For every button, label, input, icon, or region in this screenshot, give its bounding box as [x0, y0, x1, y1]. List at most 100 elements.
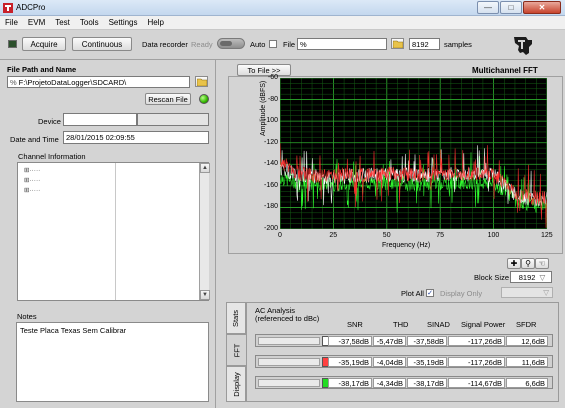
- datetime-label: Date and Time: [10, 135, 59, 144]
- x-tick-label: 125: [541, 232, 553, 239]
- file-label: File: [283, 40, 296, 49]
- table-cell-sfdr: 11,6dB: [506, 357, 548, 367]
- tab-stats[interactable]: Stats: [226, 302, 246, 334]
- y-tick-label: -100: [263, 117, 278, 125]
- x-tick-label: 50: [382, 232, 391, 239]
- toolbar: Acquire Continuous Data recorder Ready A…: [0, 30, 565, 60]
- header-sinad: SINAD: [427, 320, 450, 329]
- scroll-down-icon[interactable]: ▼: [200, 290, 210, 300]
- header-sfdr: SFDR: [516, 320, 537, 329]
- display-only-select: ▽: [501, 287, 553, 298]
- table-cell-thd: -5,47dB: [373, 336, 406, 346]
- file-path-input[interactable]: %: [297, 38, 387, 50]
- samples-label: samples: [444, 40, 472, 49]
- continuous-button[interactable]: Continuous: [72, 37, 132, 51]
- fft-plot: [280, 78, 547, 229]
- browse-folder-icon[interactable]: [391, 38, 404, 49]
- table-cell-sfdr: 12,6dB: [506, 336, 548, 346]
- tab-display[interactable]: Display: [226, 366, 246, 402]
- auto-label: Auto: [250, 40, 266, 49]
- window-title: ADCPro: [16, 3, 46, 12]
- y-tick-label: -60: [267, 74, 278, 81]
- header-signal-power: Signal Power: [461, 320, 506, 329]
- tab-fft[interactable]: FFT: [226, 334, 246, 366]
- table-cell-signal-power: -117,26dB: [448, 357, 505, 367]
- menu-bar: File EVM Test Tools Settings Help: [0, 16, 565, 30]
- table-row: -38,17dB -4,34dB -38,17dB -114,67dB 6,6dB: [255, 376, 553, 389]
- y-tick-label: -160: [263, 181, 278, 189]
- menu-settings[interactable]: Settings: [109, 18, 138, 27]
- file-status-led: [199, 94, 209, 104]
- x-tick-label: 0: [278, 232, 282, 239]
- table-cell-snr: -38,17dB: [328, 378, 372, 388]
- status-indicator: [8, 40, 17, 48]
- table-cell-sinad: -38,17dB: [407, 378, 447, 388]
- notes-text: Teste Placa Texas Sem Calibrar: [20, 326, 127, 335]
- y-tick-label: -120: [263, 138, 278, 146]
- file-path-field[interactable]: % F:\ProjetoDataLogger\SDCARD\: [7, 76, 190, 88]
- y-tick-label: -180: [263, 203, 278, 211]
- block-size-label: Block Size: [474, 273, 510, 282]
- rescan-file-button[interactable]: Rescan File: [145, 93, 191, 105]
- channel-info-tree[interactable]: ⊞····· ⊞····· ⊞····· ▲ ▼: [17, 162, 210, 301]
- notes-title: Notes: [17, 312, 37, 321]
- channel-name-field: [258, 358, 320, 366]
- x-tick-label: 25: [329, 232, 338, 239]
- block-size-select[interactable]: 8192 ▽: [510, 271, 552, 283]
- tree-column-divider: [115, 163, 116, 300]
- tree-scrollbar[interactable]: ▲ ▼: [199, 163, 210, 300]
- file-path-value: F:\ProjetoDataLogger\SDCARD\: [18, 77, 127, 87]
- y-tick-label: -140: [263, 160, 278, 168]
- plot-all-label: Plot All: [401, 289, 424, 298]
- table-cell-snr: -35,19dB: [328, 357, 372, 367]
- close-button[interactable]: ✕: [523, 1, 561, 14]
- block-size-value: 8192: [518, 272, 536, 282]
- scroll-up-icon[interactable]: ▲: [200, 163, 210, 173]
- notes-textarea[interactable]: Teste Placa Texas Sem Calibrar: [16, 322, 209, 402]
- table-row: -37,58dB -5,47dB -37,58dB -117,26dB 12,6dB: [255, 334, 553, 347]
- x-axis-label: Frequency (Hz): [382, 242, 431, 249]
- menu-test[interactable]: Test: [55, 18, 70, 27]
- table-cell-snr: -37,58dB: [328, 336, 372, 346]
- minimize-button[interactable]: —: [477, 1, 499, 14]
- tree-expand-icon[interactable]: ⊞·····: [24, 176, 40, 184]
- app-icon: [3, 3, 13, 13]
- analysis-tabs: Stats FFT Display: [226, 302, 247, 402]
- device-field-extension: [137, 113, 209, 126]
- zoom-icon[interactable]: ⚲: [521, 258, 535, 269]
- table-cell-sfdr: 6,6dB: [506, 378, 548, 388]
- x-tick-label: 100: [487, 232, 500, 239]
- table-cell-sinad: -37,58dB: [407, 336, 447, 346]
- maximize-button[interactable]: □: [500, 1, 522, 14]
- chart-title: Multichannel FFT: [472, 66, 538, 75]
- chevron-down-icon: ▽: [543, 288, 549, 297]
- file-path-browse-icon[interactable]: [195, 76, 208, 87]
- x-tick-label: 75: [436, 232, 444, 239]
- plot-all-checkbox[interactable]: ✓: [426, 289, 434, 297]
- table-cell-signal-power: -117,26dB: [448, 336, 505, 346]
- auto-checkbox[interactable]: [269, 40, 277, 48]
- y-axis-label-text: Amplitude (dBFS): [260, 80, 267, 136]
- datetime-field: 28/01/2015 02:09:55: [63, 131, 209, 144]
- channel-info-title: Channel Information: [18, 152, 86, 161]
- tree-expand-icon[interactable]: ⊞·····: [24, 186, 40, 194]
- display-only-label: Display Only: [440, 289, 483, 298]
- left-panel: File Path and Name % F:\ProjetoDataLogger…: [0, 60, 216, 408]
- tree-expand-icon[interactable]: ⊞·····: [24, 166, 40, 174]
- samples-input[interactable]: 8192: [409, 38, 440, 50]
- table-cell-thd: -4,04dB: [373, 357, 406, 367]
- plot-cursor-icon[interactable]: ✚: [507, 258, 521, 269]
- device-field[interactable]: [63, 113, 137, 126]
- pan-hand-icon[interactable]: ☜: [535, 258, 549, 269]
- menu-evm[interactable]: EVM: [28, 18, 45, 27]
- y-tick-label: -80: [267, 95, 278, 103]
- chevron-down-icon: ▽: [539, 272, 546, 282]
- header-snr: SNR: [347, 320, 363, 329]
- menu-help[interactable]: Help: [148, 18, 164, 27]
- recorder-toggle[interactable]: [217, 38, 245, 49]
- ac-analysis-panel: AC Analysis (referenced to dBc) SNR THD …: [246, 302, 559, 402]
- menu-file[interactable]: File: [5, 18, 18, 27]
- channel-name-field: [258, 337, 320, 345]
- menu-tools[interactable]: Tools: [80, 18, 99, 27]
- acquire-button[interactable]: Acquire: [22, 37, 66, 51]
